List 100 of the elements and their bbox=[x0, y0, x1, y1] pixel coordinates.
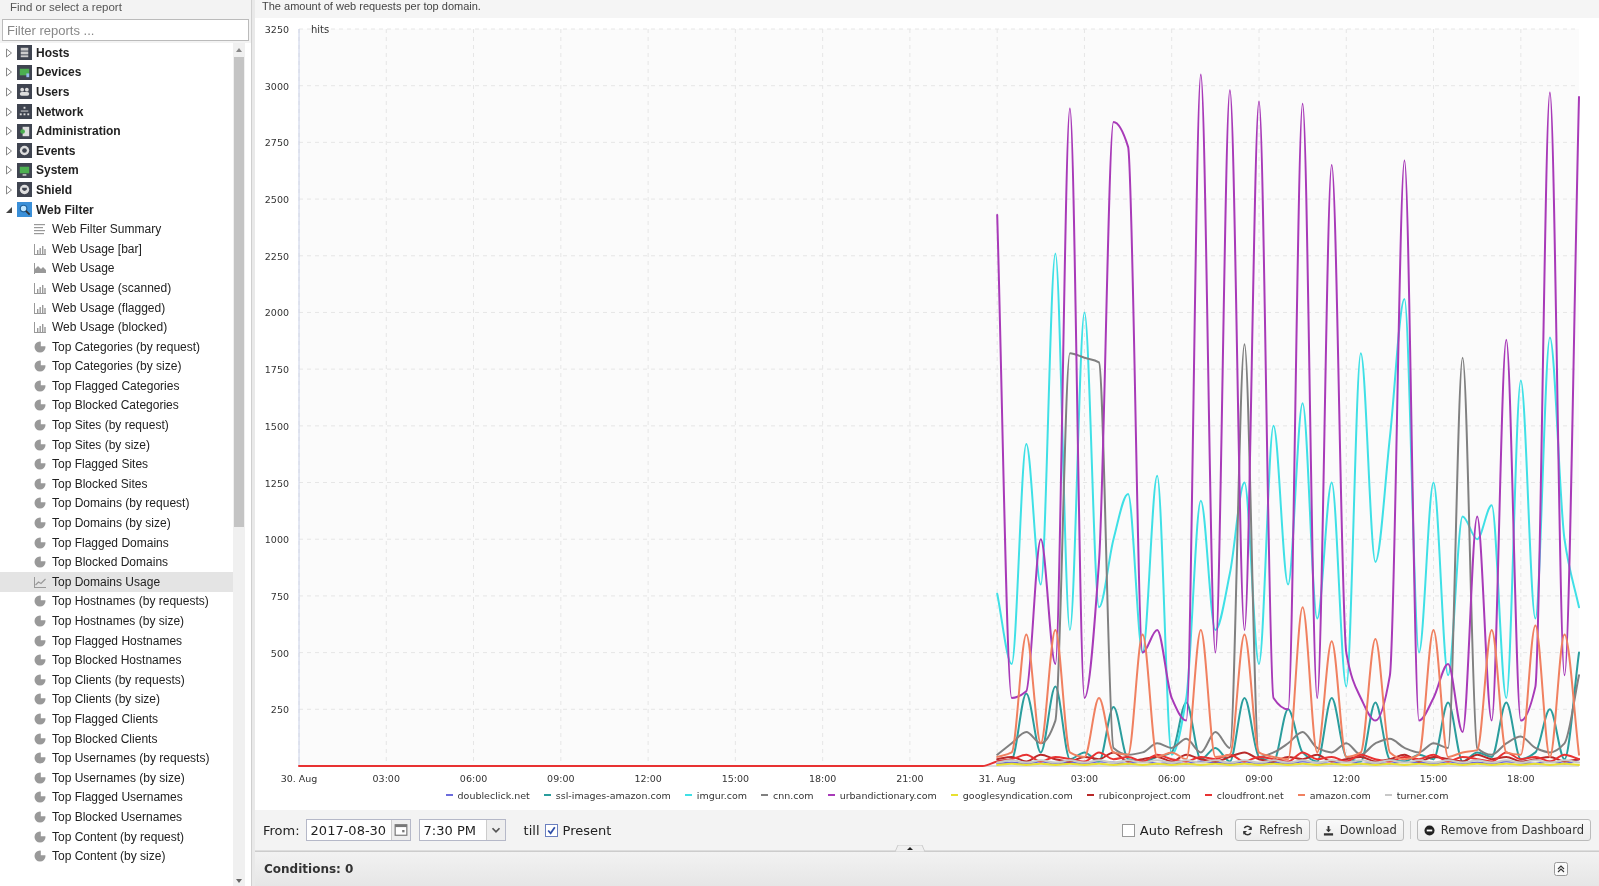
report-item[interactable]: Web Filter Summary bbox=[0, 219, 233, 239]
scrollbar[interactable] bbox=[233, 43, 245, 886]
report-item[interactable]: Web Usage (blocked) bbox=[0, 317, 233, 337]
pie-chart-icon bbox=[34, 732, 46, 745]
list-icon bbox=[34, 223, 46, 236]
report-item[interactable]: Top Sites (by request) bbox=[0, 415, 233, 435]
legend-label[interactable]: cloudfront.net bbox=[1216, 789, 1284, 801]
legend-label[interactable]: amazon.com bbox=[1309, 789, 1371, 801]
report-item[interactable]: Top Content (by request) bbox=[0, 826, 233, 847]
tree-item[interactable]: Events bbox=[0, 140, 233, 161]
tree-item[interactable]: Network bbox=[0, 101, 233, 122]
report-item[interactable]: Top Categories (by size) bbox=[0, 356, 233, 377]
tree-item[interactable]: Devices bbox=[0, 62, 233, 83]
report-item[interactable]: Top Hostnames (by size) bbox=[0, 611, 233, 631]
pie-chart-icon bbox=[34, 615, 46, 627]
report-item[interactable]: Top Categories (by request) bbox=[0, 336, 233, 357]
legend-label[interactable]: ssl-images-amazon.com bbox=[555, 789, 671, 801]
x-axis-label: 30. Aug bbox=[280, 773, 318, 784]
report-item[interactable]: Top Blocked Categories bbox=[0, 395, 233, 416]
pie-chart-icon bbox=[34, 752, 46, 765]
scroll-down-icon[interactable] bbox=[235, 878, 243, 884]
report-item[interactable]: Top Flagged Domains bbox=[0, 532, 233, 553]
report-item[interactable]: Web Usage (scanned) bbox=[0, 278, 233, 298]
x-axis-label: 03:00 bbox=[372, 773, 400, 784]
x-axis-label: 31. Aug bbox=[978, 773, 1016, 784]
splitter-handle[interactable] bbox=[895, 845, 925, 852]
expand-arrow-icon[interactable] bbox=[5, 47, 13, 58]
pie-chart-icon bbox=[34, 654, 46, 667]
checkbox[interactable] bbox=[544, 823, 558, 837]
tree-item[interactable]: Web Filter bbox=[0, 199, 233, 220]
report-item[interactable]: Top Blocked Hostnames bbox=[0, 650, 233, 670]
y-axis-label: 2250 bbox=[264, 250, 289, 262]
chart-description: The amount of web requests per top domain. bbox=[262, 0, 481, 12]
report-item[interactable]: Web Usage [bar] bbox=[0, 238, 233, 259]
report-item[interactable]: Top Domains Usage bbox=[0, 572, 233, 592]
report-item[interactable]: Top Clients (by requests) bbox=[0, 670, 233, 690]
expand-arrow-icon[interactable] bbox=[5, 67, 13, 78]
report-item[interactable]: Top Flagged Clients bbox=[0, 709, 233, 729]
y-axis-label: 1250 bbox=[264, 477, 289, 489]
y-axis-label: 250 bbox=[270, 704, 289, 716]
report-item[interactable]: Top Clients (by size) bbox=[0, 689, 233, 710]
download-button[interactable]: Download bbox=[1315, 819, 1404, 841]
report-item[interactable]: Top Hostnames (by requests) bbox=[0, 591, 233, 612]
report-item[interactable]: Top Sites (by size) bbox=[0, 434, 233, 455]
checkbox-label: Auto Refresh bbox=[1139, 822, 1224, 838]
report-item[interactable]: Top Flagged Sites bbox=[0, 454, 233, 475]
calendar-icon[interactable] bbox=[390, 820, 410, 840]
report-item[interactable]: Web Usage bbox=[0, 258, 233, 279]
report-item[interactable]: Top Blocked Clients bbox=[0, 728, 233, 749]
legend-label[interactable]: urbandictionary.com bbox=[839, 789, 937, 801]
legend-label[interactable]: turner.com bbox=[1396, 789, 1449, 801]
expand-arrow-icon[interactable] bbox=[5, 165, 13, 176]
report-item[interactable]: Top Domains (by size) bbox=[0, 513, 233, 533]
scroll-up-icon[interactable] bbox=[235, 47, 243, 53]
legend-label[interactable]: cnn.com bbox=[773, 789, 814, 801]
expand-icon[interactable] bbox=[1554, 862, 1568, 876]
filter-field[interactable]: Filter reports ... bbox=[2, 19, 249, 41]
date-field[interactable]: 2017-08-30 bbox=[305, 819, 411, 841]
from-label: From: bbox=[263, 822, 300, 838]
pie-chart-icon bbox=[34, 595, 46, 608]
x-axis-label: 09:00 bbox=[547, 773, 575, 784]
expand-arrow-icon[interactable] bbox=[5, 87, 13, 97]
tree-item[interactable]: Shield bbox=[0, 180, 233, 200]
caret-icon[interactable] bbox=[485, 820, 505, 840]
report-item[interactable]: Top Usernames (by size) bbox=[0, 767, 233, 788]
report-item[interactable]: Top Flagged Categories bbox=[0, 376, 233, 396]
y-axis-label: 2750 bbox=[264, 137, 289, 149]
expand-arrow-icon[interactable] bbox=[5, 126, 13, 137]
checkbox[interactable] bbox=[1121, 823, 1135, 837]
x-axis-label: 12:00 bbox=[1332, 773, 1360, 784]
legend-label[interactable]: googlesyndication.com bbox=[962, 789, 1073, 801]
pie-chart-icon bbox=[34, 497, 46, 510]
legend-label[interactable]: rubiconproject.com bbox=[1098, 789, 1191, 801]
report-item[interactable]: Top Domains (by request) bbox=[0, 493, 233, 514]
x-axis-label: 03:00 bbox=[1070, 773, 1099, 784]
expand-arrow-icon[interactable] bbox=[5, 145, 13, 156]
report-item[interactable]: Top Usernames (by requests) bbox=[0, 748, 233, 768]
tree-item[interactable]: Administration bbox=[0, 121, 233, 141]
report-item[interactable]: Top Content (by size) bbox=[0, 846, 233, 866]
refresh-button[interactable]: Refresh bbox=[1235, 819, 1310, 841]
remove-button[interactable]: Remove from Dashboard bbox=[1416, 819, 1591, 841]
legend-label[interactable]: imgur.com bbox=[696, 789, 748, 801]
tree-item[interactable]: Users bbox=[0, 82, 233, 102]
legend-label[interactable]: doubleclick.net bbox=[457, 789, 530, 801]
tree-item[interactable]: Hosts bbox=[0, 43, 233, 63]
expand-arrow-icon[interactable] bbox=[5, 106, 13, 117]
shield-icon bbox=[17, 182, 32, 198]
report-item[interactable]: Top Flagged Usernames bbox=[0, 787, 233, 808]
tree-item[interactable]: System bbox=[0, 160, 233, 181]
report-item[interactable]: Top Blocked Usernames bbox=[0, 807, 233, 827]
pie-chart-icon bbox=[34, 517, 46, 530]
report-item[interactable]: Top Blocked Domains bbox=[0, 552, 233, 573]
pie-chart-icon bbox=[34, 360, 46, 373]
expand-arrow-icon[interactable] bbox=[5, 184, 13, 195]
x-axis-label: 09:00 bbox=[1245, 773, 1273, 784]
x-axis-label: 15:00 bbox=[1419, 773, 1448, 784]
report-item[interactable]: Top Flagged Hostnames bbox=[0, 630, 233, 651]
time-field[interactable]: 7:30 PM bbox=[418, 819, 506, 841]
report-item[interactable]: Top Blocked Sites bbox=[0, 474, 233, 494]
report-item[interactable]: Web Usage (flagged) bbox=[0, 297, 233, 318]
